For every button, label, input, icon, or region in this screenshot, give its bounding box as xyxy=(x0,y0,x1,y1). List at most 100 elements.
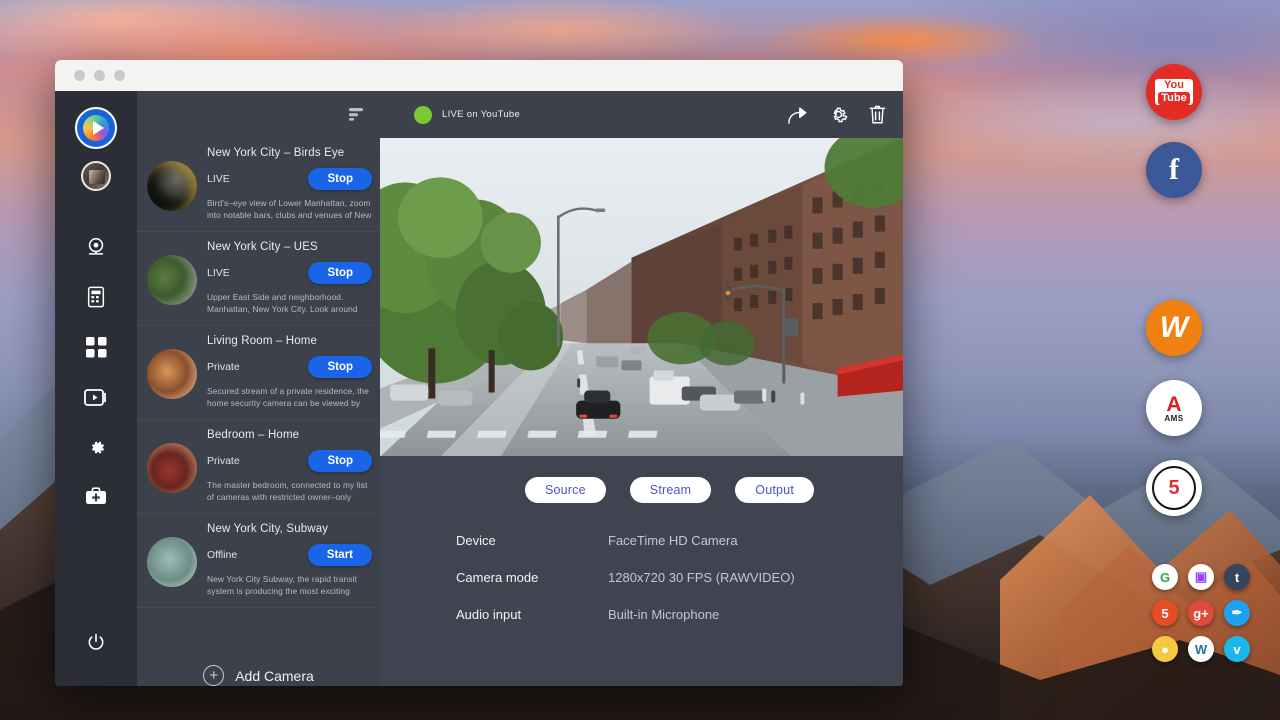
sidebar-item-content[interactable] xyxy=(73,275,119,319)
sidebar-item-settings[interactable] xyxy=(73,425,119,469)
info-value[interactable]: FaceTime HD Camera xyxy=(608,533,738,548)
info-value[interactable]: Built-in Microphone xyxy=(608,607,719,622)
facebook-dock-icon[interactable]: f xyxy=(1146,142,1202,198)
add-camera-label: Add Camera xyxy=(235,668,314,684)
camera-description: Bird's–eye view of Lower Manhattan, zoom… xyxy=(207,198,372,222)
camera-description: Secured stream of a private residence, t… xyxy=(207,386,372,410)
camera-thumbnail xyxy=(147,443,197,493)
tab-stream[interactable]: Stream xyxy=(630,477,712,503)
camera-list-panel: New York City – Birds Eye LIVE Stop Bird's–… xyxy=(137,91,380,686)
video-frame xyxy=(380,138,903,456)
sidebar-item-power[interactable] xyxy=(73,620,119,664)
camera-toggle-button[interactable]: Stop xyxy=(308,262,372,284)
camera-title: Bedroom – Home xyxy=(207,429,372,441)
sidebar-item-app-logo[interactable] xyxy=(75,107,117,149)
sidebar-item-camera[interactable] xyxy=(73,225,119,269)
main-panel: LIVE on YouTube xyxy=(380,91,903,686)
camera-thumbnail xyxy=(147,349,197,399)
sidebar-item-support[interactable] xyxy=(73,475,119,519)
camera-title: New York City – Birds Eye xyxy=(207,147,372,159)
html5-mini-icon[interactable]: 5 xyxy=(1152,600,1178,626)
camera-state: LIVE xyxy=(207,173,230,185)
window-titlebar xyxy=(55,60,903,91)
live-status-label: LIVE on YouTube xyxy=(442,109,520,120)
power-icon xyxy=(86,632,106,652)
video-preview[interactable] xyxy=(380,138,903,456)
gear-icon xyxy=(86,437,107,458)
info-value[interactable]: 1280x720 30 FPS (RAWVIDEO) xyxy=(608,570,795,585)
sidebar-item-apps[interactable] xyxy=(73,325,119,369)
live-status-indicator: LIVE on YouTube xyxy=(414,106,520,124)
trash-icon xyxy=(868,104,887,125)
minimize-button[interactable] xyxy=(94,70,105,81)
settings-button[interactable] xyxy=(828,104,849,125)
live-dot-icon xyxy=(414,106,432,124)
zoom-button[interactable] xyxy=(114,70,125,81)
camera-list-item[interactable]: New York City, Subway Offline Start New Yor… xyxy=(137,514,380,608)
application-body: New York City – Birds Eye LIVE Stop Bird's–… xyxy=(55,91,903,686)
camera-toggle-button[interactable]: Stop xyxy=(308,356,372,378)
tab-output[interactable]: Output xyxy=(735,477,814,503)
document-icon xyxy=(86,286,106,308)
camera-list-toolbar xyxy=(137,91,380,138)
share-button[interactable] xyxy=(787,105,809,125)
info-label: Device xyxy=(456,533,608,548)
camera-list: New York City – Birds Eye LIVE Stop Bird's–… xyxy=(137,138,380,639)
camera-title: New York City – UES xyxy=(207,241,372,253)
sidebar-item-player[interactable] xyxy=(73,375,119,419)
camera-toggle-button[interactable]: Stop xyxy=(308,168,372,190)
googleplus-mini-icon[interactable]: g+ xyxy=(1188,600,1214,626)
grooveshark-mini-icon[interactable]: G xyxy=(1152,564,1178,590)
vimeo-mini-icon[interactable]: v xyxy=(1224,636,1250,662)
delete-button[interactable] xyxy=(868,104,887,125)
wordpress-mini-icon[interactable]: W xyxy=(1188,636,1214,662)
info-label: Camera mode xyxy=(456,570,608,585)
gear-icon xyxy=(828,104,849,125)
camera-toggle-button[interactable]: Stop xyxy=(308,450,372,472)
grid-apps-icon xyxy=(86,337,107,358)
segmented-tabs: Source Stream Output xyxy=(436,456,903,503)
close-button[interactable] xyxy=(74,70,85,81)
sunset-mini-icon[interactable]: ● xyxy=(1152,636,1178,662)
camera-thumbnail xyxy=(147,161,197,211)
youtube-dock-icon[interactable]: YouTube xyxy=(1146,64,1202,120)
twitter-mini-icon[interactable]: ✒ xyxy=(1224,600,1250,626)
tumblr-mini-icon[interactable]: t xyxy=(1224,564,1250,590)
adobe-ams-dock-icon[interactable]: AAMS xyxy=(1146,380,1202,436)
camera-title: Living Room – Home xyxy=(207,335,372,347)
camera-list-item[interactable]: Bedroom – HomePrivateStopThe master bedr… xyxy=(137,420,380,514)
camera-list-item[interactable]: New York City – Birds Eye LIVE Stop Bird's–… xyxy=(137,138,380,232)
info-table: DeviceFaceTime HD Camera Camera mode1280x… xyxy=(380,503,903,644)
main-toolbar: LIVE on YouTube xyxy=(380,91,903,138)
webcam-icon xyxy=(85,236,107,258)
sidebar-item-user-avatar[interactable] xyxy=(81,161,111,191)
sort-icon xyxy=(349,107,365,122)
add-camera-button[interactable]: + Add Camera xyxy=(137,639,380,686)
mini-icon-grid: G ▣ t 5 g+ ✒ ● Wv xyxy=(1152,564,1264,668)
first-aid-kit-icon xyxy=(85,487,107,507)
plus-circle-icon: + xyxy=(203,665,224,686)
camera-state: Private xyxy=(207,361,240,373)
camera-description: Upper East Side and neighborhood. Manhat… xyxy=(207,292,372,316)
play-logo-icon xyxy=(83,115,109,141)
twitch-mini-icon[interactable]: ▣ xyxy=(1188,564,1214,590)
camera-list-item[interactable]: New York City – UES LIVE Stop Upper East Si… xyxy=(137,232,380,326)
wetransfer-dock-icon[interactable]: W xyxy=(1146,300,1202,356)
info-row: DeviceFaceTime HD Camera xyxy=(456,533,903,548)
toolbar-actions xyxy=(787,104,887,125)
video-player-icon xyxy=(84,388,108,407)
camera-list-item[interactable]: Living Room – Home Private Stop Secured str… xyxy=(137,326,380,420)
sidebar-rail xyxy=(55,91,137,686)
application-window: New York City – Birds Eye LIVE Stop Bird's–… xyxy=(55,60,903,686)
camera-state: LIVE xyxy=(207,267,230,279)
camera-description: New York City Subway, the rapid transit … xyxy=(207,574,372,598)
target5-dock-icon[interactable]: 5 xyxy=(1146,460,1202,516)
camera-title: New York City, Subway xyxy=(207,523,372,535)
info-row: Audio inputBuilt-in Microphone xyxy=(456,607,903,622)
sort-button[interactable] xyxy=(344,103,370,127)
camera-thumbnail xyxy=(147,255,197,305)
camera-state: Offline xyxy=(207,549,237,561)
camera-toggle-button[interactable]: Start xyxy=(308,544,372,566)
camera-description: The master bedroom, connected to my list… xyxy=(207,480,372,504)
tab-source[interactable]: Source xyxy=(525,477,606,503)
